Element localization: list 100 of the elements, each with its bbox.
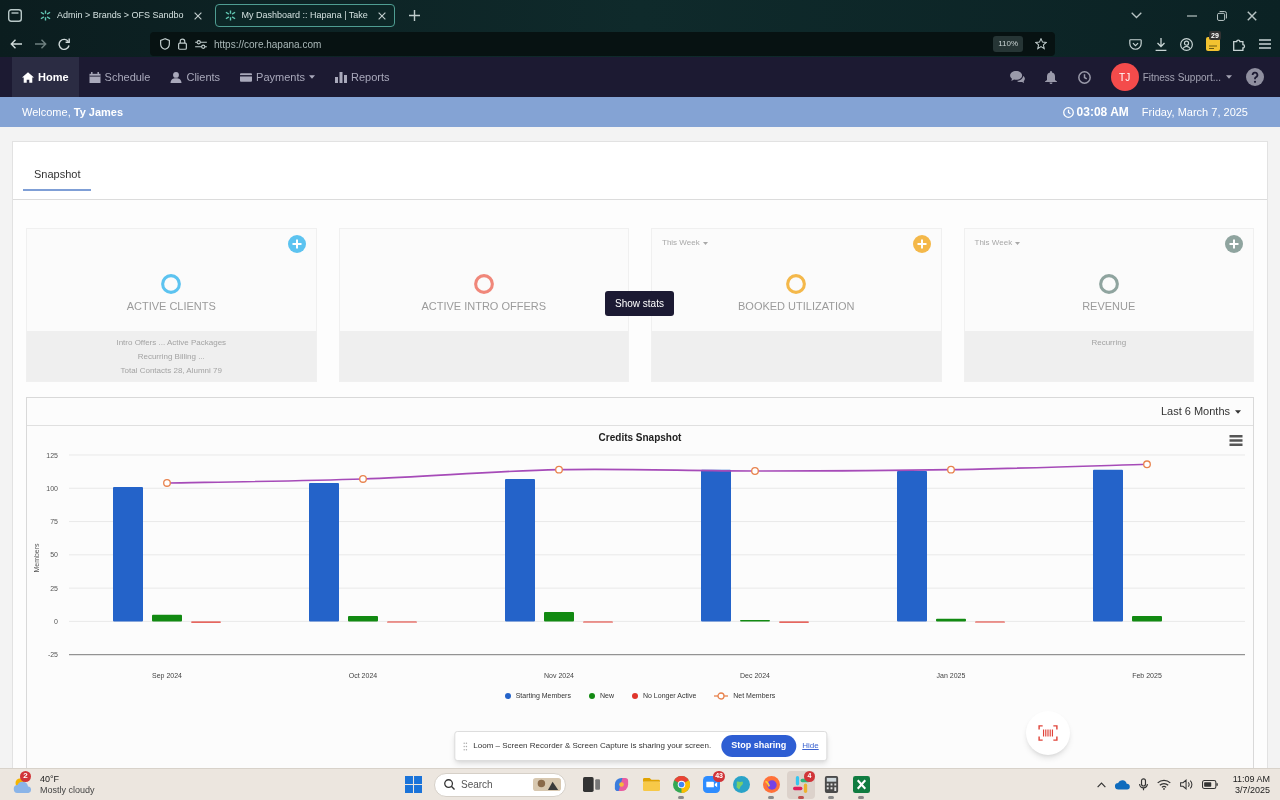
card-footer-text: Total Contacts 28, Alumni 79 (120, 365, 222, 377)
minimize-icon[interactable] (1187, 14, 1197, 17)
line-point-marker (555, 465, 563, 474)
person-icon (170, 71, 183, 83)
start-icon[interactable] (405, 776, 422, 793)
folder-icon (642, 776, 660, 793)
video-camera-app-icon (702, 776, 720, 793)
close-icon[interactable] (377, 11, 386, 20)
zoom-level-button[interactable]: 110% (993, 36, 1023, 52)
download-icon[interactable] (1155, 37, 1167, 51)
caret-down-icon (1235, 409, 1241, 414)
temperature: 40°F (40, 773, 61, 785)
caret-down-icon (1226, 75, 1232, 79)
chart-bar (152, 614, 182, 622)
chart-bar (1132, 616, 1162, 622)
taskbar-clock[interactable]: 11:09 AM 3/7/2025 (1232, 773, 1270, 796)
address-bar[interactable]: https://core.hapana.com 110% (150, 32, 1055, 56)
sharing-message: Loom – Screen Recorder & Screen Capture is sharing your screen. (473, 740, 712, 752)
close-icon[interactable] (193, 11, 202, 20)
current-date: Friday, March 7, 2025 (1141, 104, 1248, 120)
reload-icon[interactable] (58, 38, 70, 50)
bookmark-star-icon[interactable] (1035, 38, 1047, 50)
credit-card-icon (240, 71, 253, 83)
calendar-icon (88, 71, 101, 83)
sliders-icon[interactable] (195, 39, 207, 49)
nav-item[interactable]: Payments (230, 57, 325, 97)
search-icon (444, 779, 455, 790)
line-point-marker (163, 479, 171, 487)
line-point-marker (359, 475, 367, 483)
chart-title: Credits Snapshot (598, 430, 682, 445)
microphone-icon[interactable] (1138, 778, 1148, 791)
favicon-icon (224, 10, 236, 21)
task-view-icon (582, 776, 600, 793)
scan-frame-icon (1038, 725, 1058, 741)
chart-bar (544, 612, 574, 622)
url-text[interactable]: https://core.hapana.com (214, 36, 322, 52)
home-icon (22, 71, 34, 83)
welcome-message: Welcome, Ty James (22, 104, 124, 120)
favicon-icon (40, 10, 51, 21)
caret-down-icon (309, 75, 315, 79)
card-title: ACTIVE CLIENTS (126, 300, 216, 312)
chevron-up-icon[interactable] (1096, 781, 1106, 788)
account-menu-button[interactable]: Fitness Support... (1142, 69, 1232, 85)
nav-item[interactable]: Clients (160, 57, 231, 97)
browser-tab[interactable]: My Dashboard :: Hapana | Take (214, 4, 395, 27)
add-circle-icon[interactable] (1225, 235, 1243, 253)
wifi-icon[interactable] (1156, 779, 1171, 790)
help-icon[interactable] (1246, 68, 1264, 86)
hide-link[interactable]: Hide (802, 740, 819, 752)
bell-icon[interactable] (1044, 70, 1057, 84)
page-tab[interactable]: Snapshot (23, 159, 92, 191)
notification-badge: 2 (20, 770, 31, 782)
nav-item[interactable]: Schedule (78, 57, 161, 97)
weather-condition: Mostly cloudy (40, 784, 95, 796)
globe-icon (732, 776, 750, 793)
card-footer-text: Recurring Billing ... (137, 351, 205, 363)
clock-icon (1062, 106, 1074, 118)
chart-bar (936, 618, 966, 622)
card-title: BOOKED UTILIZATION (738, 300, 855, 312)
clock-time: 11:09 AM (1232, 773, 1270, 785)
nav-item[interactable]: Home (12, 57, 79, 97)
back-arrow-icon[interactable] (10, 39, 22, 49)
search-field[interactable]: Search (434, 772, 566, 797)
chart-menu-icon[interactable] (1229, 435, 1243, 446)
restore-icon[interactable] (1217, 10, 1227, 21)
current-time: 03:08 AM (1076, 104, 1129, 121)
close-icon[interactable] (1247, 10, 1257, 21)
account-icon[interactable] (1180, 37, 1193, 51)
spreadsheet-icon (852, 776, 870, 793)
range-dropdown[interactable]: Last 6 Months (1160, 403, 1241, 420)
plus-icon[interactable] (408, 10, 420, 21)
browser-tab[interactable]: Admin > Brands > OFS Sandbo (30, 4, 211, 27)
browser-icon (762, 776, 780, 793)
bar-chart-icon (335, 71, 347, 83)
card-footer-text: Recurring (1091, 337, 1127, 349)
menu-icon[interactable] (1259, 39, 1271, 49)
lock-icon[interactable] (178, 38, 187, 50)
chat-icon[interactable] (1009, 71, 1025, 83)
drag-handle-icon[interactable] (463, 741, 468, 751)
cloud-icon[interactable] (1114, 779, 1130, 790)
line-point-marker (1143, 460, 1151, 469)
card-title: ACTIVE INTRO OFFERS (421, 300, 547, 312)
pocket-icon[interactable] (1129, 38, 1142, 50)
shield-icon[interactable] (160, 38, 170, 50)
battery-icon[interactable] (1201, 780, 1218, 789)
tab-list-icon[interactable] (8, 9, 22, 22)
extension-tile-icon[interactable] (1206, 37, 1220, 51)
tooltip: Show stats (605, 291, 674, 316)
weather-widget[interactable]: 2 40°F Mostly cloudy (12, 773, 95, 796)
puzzle-icon[interactable] (1233, 37, 1246, 51)
line-point-marker (751, 467, 759, 475)
nav-item[interactable]: Reports (325, 57, 400, 97)
forward-arrow-icon[interactable] (35, 39, 47, 49)
clock-icon[interactable] (1077, 70, 1091, 84)
swirl-icon (612, 776, 630, 793)
stop-sharing-button[interactable]: Stop sharing (721, 735, 797, 757)
speaker-icon[interactable] (1179, 779, 1193, 790)
chevron-down-icon[interactable] (1131, 12, 1142, 19)
clock-date: 3/7/2025 (1234, 784, 1270, 796)
card-footer-text: Intro Offers ... Active Packages (116, 337, 227, 349)
